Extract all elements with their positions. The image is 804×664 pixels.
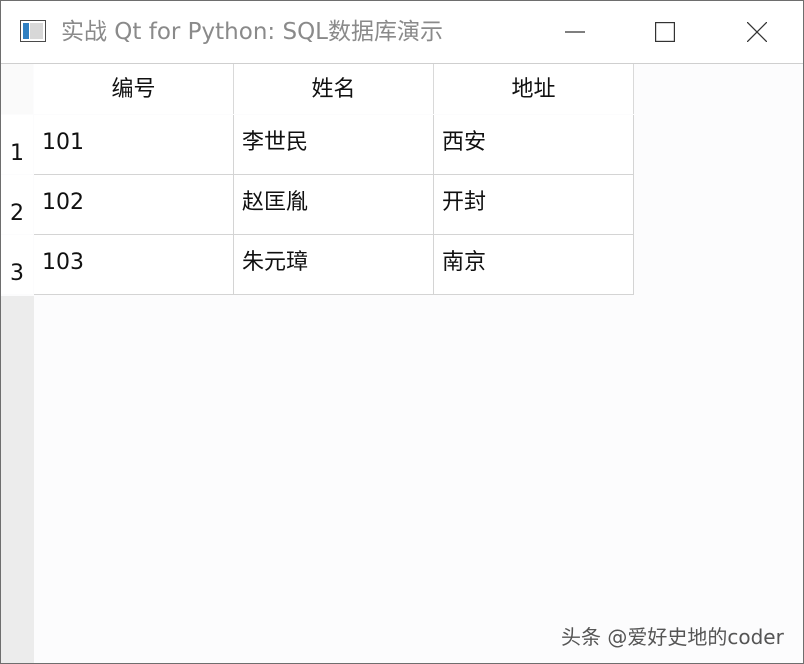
maximize-icon	[655, 22, 675, 42]
row-header-3[interactable]: 3	[1, 235, 33, 294]
minimize-button[interactable]	[529, 1, 621, 63]
table-cell[interactable]: 西安	[434, 115, 634, 175]
column-header-name[interactable]: 姓名	[234, 64, 434, 114]
row-header-1[interactable]: 1	[1, 115, 33, 174]
row-header-2[interactable]: 2	[1, 175, 33, 234]
vertical-header-empty-area	[1, 296, 34, 663]
column-header-address[interactable]: 地址	[434, 64, 634, 114]
table-cell[interactable]: 南京	[434, 235, 634, 295]
table-cell[interactable]: 李世民	[234, 115, 434, 175]
table-cell[interactable]: 开封	[434, 175, 634, 235]
window-title: 实战 Qt for Python: SQL数据库演示	[61, 19, 443, 45]
title-bar[interactable]: 实战 Qt for Python: SQL数据库演示	[1, 1, 803, 64]
app-window-icon[interactable]	[20, 20, 46, 42]
minimize-icon	[565, 31, 585, 33]
table-cell[interactable]: 101	[34, 115, 234, 175]
main-window: 实战 Qt for Python: SQL数据库演示 编号 姓名 地址 1 10…	[0, 0, 804, 664]
table-cell[interactable]: 赵匡胤	[234, 175, 434, 235]
table-corner-button[interactable]	[1, 64, 33, 114]
close-icon	[747, 22, 767, 42]
maximize-button[interactable]	[619, 1, 711, 63]
table-cell[interactable]: 102	[34, 175, 234, 235]
column-header-id[interactable]: 编号	[34, 64, 234, 114]
table-cell[interactable]: 朱元璋	[234, 235, 434, 295]
watermark-text: 头条 @爱好史地的coder	[561, 625, 784, 649]
table-view[interactable]: 编号 姓名 地址 1 101 李世民 西安 2 102 赵匡胤 开封 3 103…	[1, 64, 803, 663]
table-cell[interactable]: 103	[34, 235, 234, 295]
close-button[interactable]	[711, 1, 803, 63]
